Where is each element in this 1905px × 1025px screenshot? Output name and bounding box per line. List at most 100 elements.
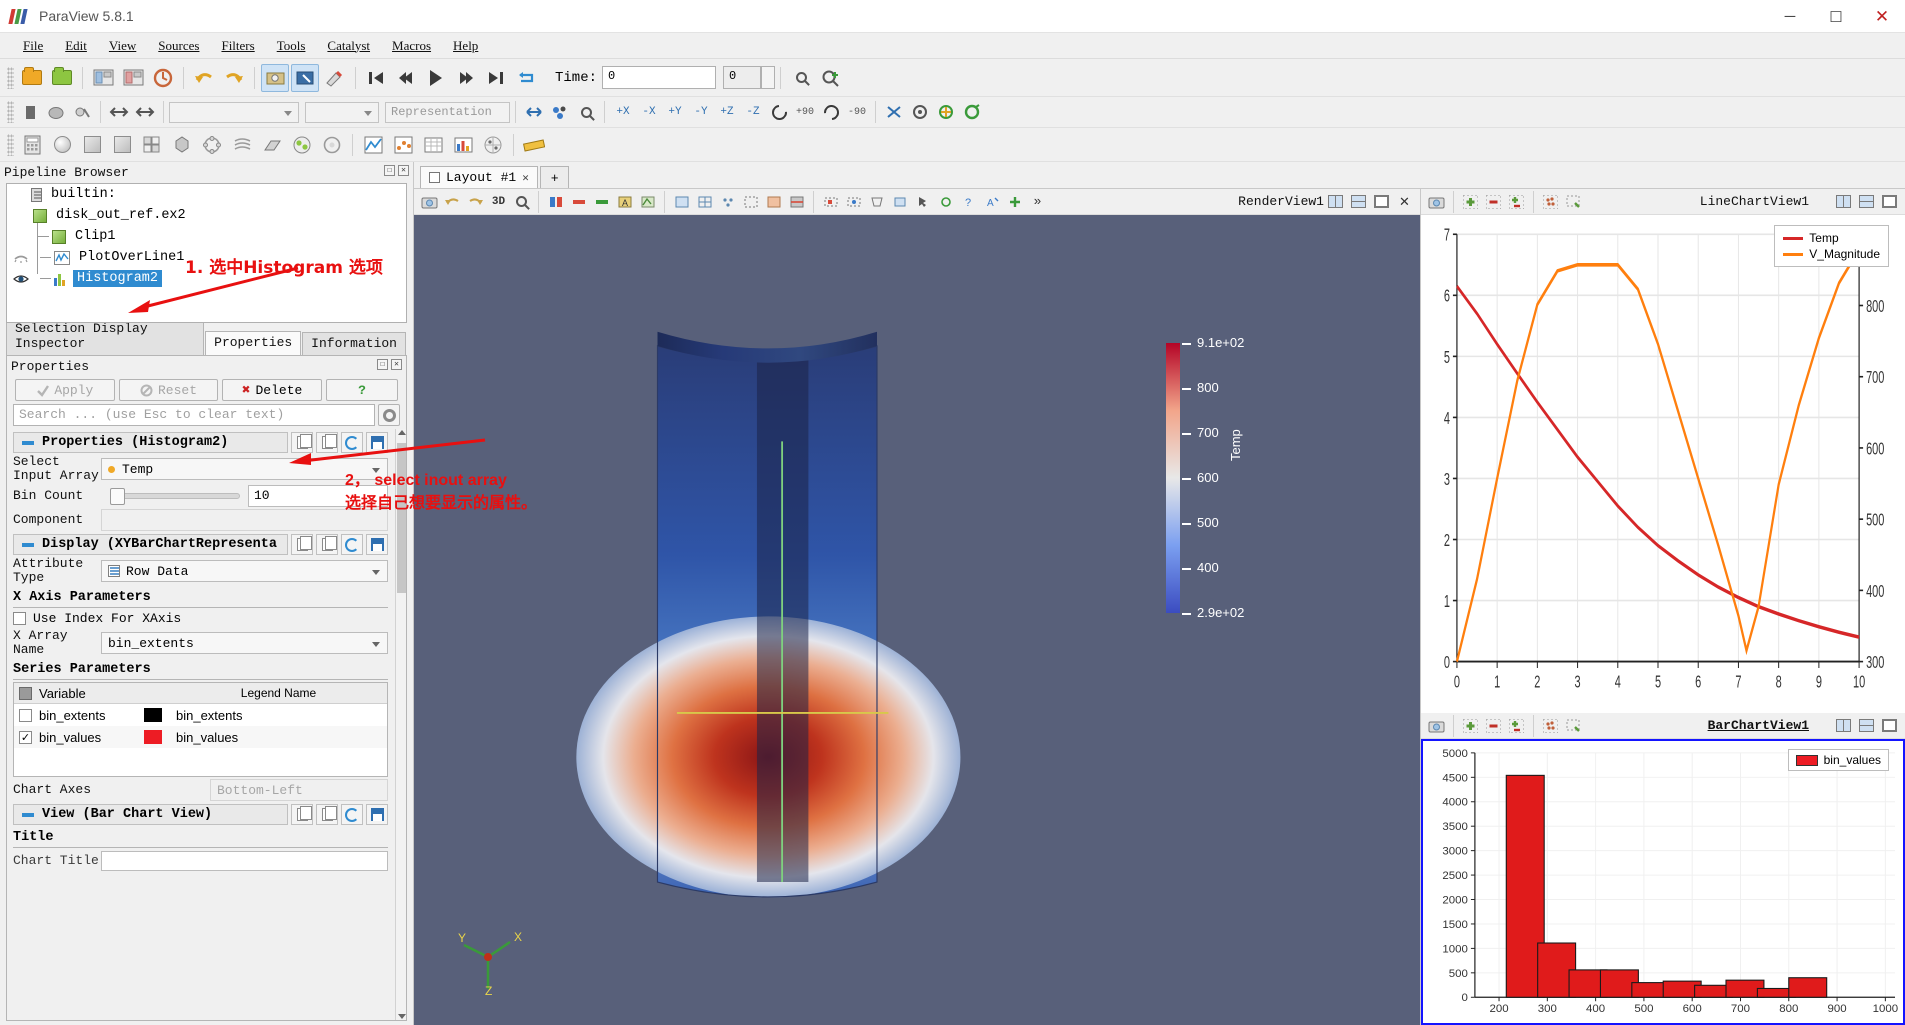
extract-level-icon[interactable] — [318, 131, 346, 159]
array-selector-combo[interactable] — [169, 101, 299, 123]
maximize-view-button[interactable] — [1879, 715, 1900, 736]
visibility-icon-histogram2[interactable] — [13, 272, 29, 286]
ruler-icon[interactable] — [520, 131, 548, 159]
pipeline-item-disk-out-ref[interactable]: disk_out_ref.ex2 — [7, 205, 406, 226]
apply-button[interactable]: Apply — [15, 379, 115, 401]
line-chart-view[interactable]: 0123456701234567891090080070060050040030… — [1421, 215, 1905, 713]
visibility-icon-plotoverline1[interactable] — [13, 251, 29, 265]
menu-edit[interactable]: Edit — [54, 35, 98, 57]
camera-minus-z-icon[interactable]: -Z — [741, 100, 765, 124]
play-icon[interactable] — [422, 64, 450, 92]
histogram-icon[interactable] — [449, 131, 477, 159]
collapse-icon[interactable] — [22, 542, 34, 547]
hover-points-icon[interactable] — [935, 191, 956, 212]
menu-catalyst[interactable]: Catalyst — [316, 35, 381, 57]
save-screenshot-icon[interactable] — [1426, 715, 1447, 736]
color-legend[interactable]: 9.1e+02 800 700 600 500 400 2.9e+02 Temp — [1166, 335, 1336, 620]
camera-minus-y-icon[interactable]: -Y — [689, 100, 713, 124]
maximize-view-button[interactable] — [1371, 191, 1392, 212]
search-input[interactable]: Search ... (use Esc to clear text) — [13, 404, 375, 426]
select-all-checkbox[interactable] — [19, 686, 32, 700]
select-input-array-combo[interactable]: Temp — [101, 458, 388, 480]
color-legend-toggle-icon[interactable] — [545, 191, 566, 212]
edit-colormap-icon[interactable] — [574, 100, 598, 124]
pipeline-item-builtin[interactable]: builtin: — [7, 184, 406, 205]
redo-camera-icon[interactable] — [465, 191, 486, 212]
previous-frame-icon[interactable] — [392, 64, 420, 92]
menu-sources[interactable]: Sources — [147, 35, 210, 57]
prev-view-icon[interactable] — [107, 100, 131, 124]
save-view-defaults-button[interactable] — [366, 804, 388, 825]
volume-repr-icon[interactable] — [763, 191, 784, 212]
plot-over-line-icon[interactable] — [359, 131, 387, 159]
camera-minus-x-icon[interactable]: -X — [637, 100, 661, 124]
slice-repr-icon[interactable] — [786, 191, 807, 212]
tab-properties[interactable]: Properties — [205, 331, 302, 355]
x-array-name-combo[interactable]: bin_extents — [101, 632, 388, 654]
interactive-select-icon[interactable] — [912, 191, 933, 212]
reset-button[interactable]: Reset — [118, 379, 219, 401]
camera-plus-x-icon[interactable]: +X — [611, 100, 635, 124]
split-vertical-button[interactable] — [1348, 191, 1369, 212]
section-view[interactable]: View (Bar Chart View) — [13, 804, 388, 825]
redo-icon[interactable] — [220, 64, 248, 92]
camera-plus-y-icon[interactable]: +Y — [663, 100, 687, 124]
select-surface-icon[interactable] — [291, 63, 319, 92]
contour-filter-icon[interactable] — [48, 131, 76, 159]
surface-repr-icon[interactable] — [671, 191, 692, 212]
maximize-view-button[interactable] — [1879, 191, 1900, 212]
menu-macros[interactable]: Macros — [381, 35, 442, 57]
render-view-3d[interactable]: 9.1e+02 800 700 600 500 400 2.9e+02 Temp Y X — [414, 215, 1420, 1025]
next-view-icon[interactable] — [133, 100, 157, 124]
slice-filter-icon[interactable] — [108, 131, 136, 159]
restore-defaults-button[interactable] — [341, 432, 363, 453]
advanced-properties-button[interactable] — [378, 404, 400, 426]
close-button[interactable]: ✕ — [1859, 0, 1905, 33]
table-row[interactable]: ✓ bin_values bin_values — [14, 726, 387, 748]
open-file-icon[interactable] — [18, 64, 46, 92]
wireframe-repr-icon[interactable] — [694, 191, 715, 212]
outline-repr-icon[interactable] — [740, 191, 761, 212]
split-vertical-button[interactable] — [1856, 715, 1877, 736]
time-index-input[interactable]: 0 — [723, 66, 762, 89]
pipeline-browser[interactable]: builtin: disk_out_ref.ex2 Clip1 PlotOver… — [6, 183, 407, 323]
help-button[interactable]: ? — [326, 379, 399, 401]
pick-center-icon[interactable] — [960, 100, 984, 124]
camera-interact-icon[interactable] — [261, 63, 289, 92]
select-frustum-icon[interactable] — [866, 191, 887, 212]
toolbar-overflow-button[interactable]: » — [1027, 191, 1048, 212]
load-state-icon[interactable] — [119, 64, 147, 92]
next-frame-icon[interactable] — [452, 64, 480, 92]
chart-title-input[interactable] — [101, 851, 388, 871]
bin-count-slider[interactable] — [110, 488, 240, 505]
rescale-range-icon[interactable] — [522, 100, 546, 124]
split-horizontal-button[interactable] — [1325, 191, 1346, 212]
menu-file[interactable]: File — [12, 35, 54, 57]
save-defaults-button[interactable] — [366, 432, 388, 453]
paint-icon[interactable] — [321, 64, 349, 92]
toggle-3d-button[interactable]: 3D — [488, 191, 509, 212]
properties-scrollbar[interactable] — [395, 429, 406, 1020]
copy-display-button[interactable] — [291, 534, 313, 555]
section-display[interactable]: Display (XYBarChartRepresenta — [13, 534, 388, 555]
pipeline-item-clip1[interactable]: Clip1 — [7, 226, 406, 247]
add-layout-button[interactable]: + — [539, 166, 570, 188]
menu-view[interactable]: View — [98, 35, 147, 57]
menu-tools[interactable]: Tools — [266, 35, 317, 57]
loop-icon[interactable] — [512, 64, 540, 92]
slider-handle[interactable] — [110, 488, 125, 505]
reset-center-icon[interactable] — [908, 100, 932, 124]
rescale-to-data-icon[interactable] — [568, 191, 589, 212]
remove-series-icon[interactable] — [1483, 715, 1504, 736]
chart-axes-combo[interactable]: Bottom-Left — [210, 779, 388, 801]
recent-files-icon[interactable] — [48, 64, 76, 92]
properties-float-button[interactable]: ☐ — [377, 359, 388, 370]
select-points-icon[interactable] — [843, 191, 864, 212]
select-cells-icon[interactable] — [820, 191, 841, 212]
rotate-cw-icon[interactable] — [767, 100, 791, 124]
tab-information[interactable]: Information — [302, 332, 406, 355]
minimize-button[interactable]: ─ — [1767, 0, 1813, 33]
collapse-icon[interactable] — [22, 440, 34, 445]
tooltip-icon[interactable]: ? — [958, 191, 979, 212]
add-series-icon[interactable] — [1460, 191, 1481, 212]
